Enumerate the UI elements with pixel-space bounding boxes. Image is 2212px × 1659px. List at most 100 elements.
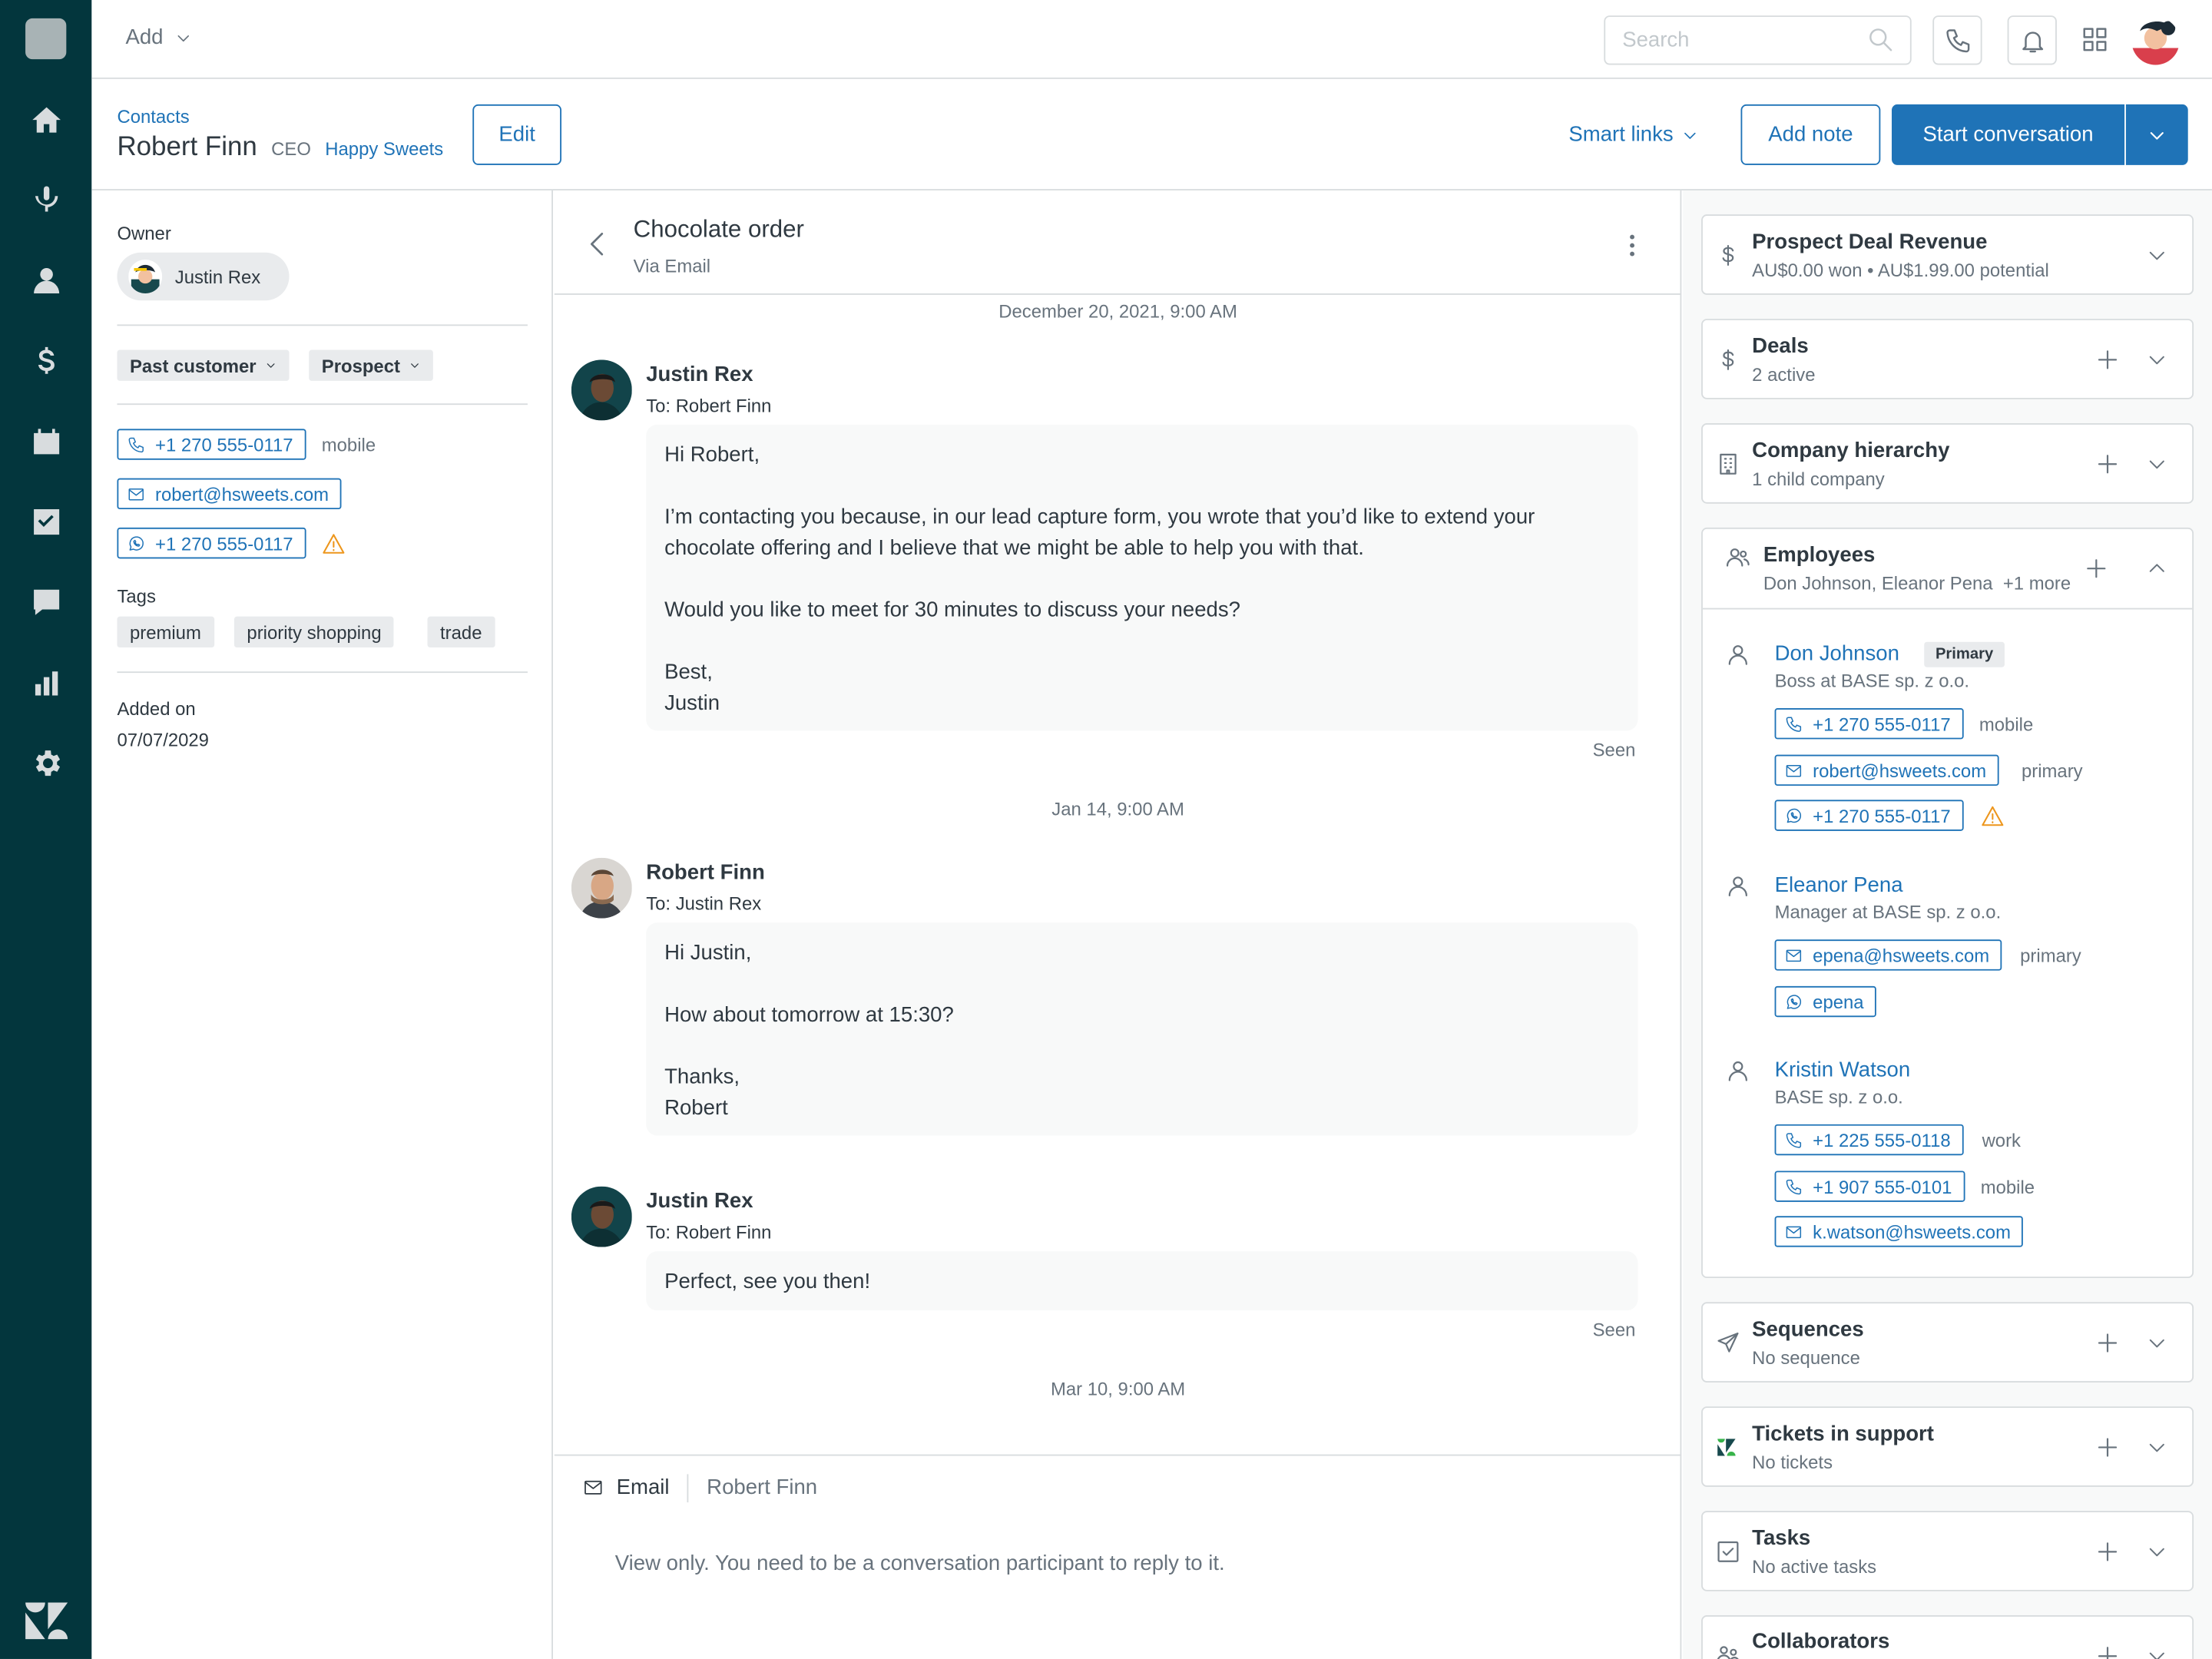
chevron-down-icon[interactable] (2146, 1436, 2168, 1459)
divider (117, 403, 528, 406)
dollar-icon (1722, 244, 1734, 266)
notifications-button[interactable] (2007, 15, 2057, 65)
tasks-card[interactable]: Tasks No active tasks (1701, 1511, 2194, 1591)
person-icon (1725, 873, 1750, 899)
smart-links-label: Smart links (1568, 122, 1674, 147)
email-type: primary (2020, 945, 2081, 967)
phone-number: +1 270 555-0117 (155, 433, 293, 455)
checkbox-icon (1717, 1541, 1739, 1562)
employee-email-chip[interactable]: epena@hsweets.com (1774, 939, 2002, 971)
chevron-down-icon[interactable] (2146, 453, 2168, 475)
add-note-button[interactable]: Add note (1740, 104, 1881, 165)
chevron-down-icon[interactable] (2146, 1645, 2168, 1659)
calendar-icon[interactable] (25, 420, 68, 462)
plus-icon[interactable] (2084, 556, 2109, 581)
employee-name[interactable]: Eleanor Pena (1775, 873, 1903, 897)
message-recipient: To: Robert Finn (646, 1221, 772, 1243)
employee-whatsapp-chip[interactable]: epena (1774, 985, 1877, 1018)
message-line: How about tomorrow at 15:30? (664, 1002, 954, 1028)
edit-button[interactable]: Edit (472, 104, 562, 165)
zendesk-logo-icon (25, 1602, 68, 1640)
plus-icon[interactable] (2094, 1539, 2120, 1565)
more-count[interactable]: +1 more (2003, 573, 2071, 594)
plus-icon[interactable] (2094, 347, 2120, 373)
card-title: Prospect Deal Revenue (1752, 230, 1988, 254)
more-options-icon[interactable] (1620, 233, 1645, 258)
prospect-deal-revenue-card[interactable]: Prospect Deal Revenue AU$0.00 won • AU$1… (1701, 214, 2194, 295)
deals-card[interactable]: Deals 2 active (1701, 319, 2194, 399)
company-hierarchy-card[interactable]: Company hierarchy 1 child company (1701, 423, 2194, 504)
whatsapp-chip[interactable]: +1 270 555-0117 (117, 527, 306, 559)
status-prospect-dropdown[interactable]: Prospect (309, 349, 433, 381)
product-logo[interactable] (25, 18, 67, 60)
employee-email-chip[interactable]: k.watson@hsweets.com (1774, 1216, 2024, 1247)
message-line (664, 969, 1619, 1000)
card-title: Tasks (1752, 1526, 1811, 1551)
plus-icon[interactable] (2094, 1435, 2120, 1460)
tag[interactable]: priority shopping (233, 616, 395, 648)
message-body: Hi Robert, I’m contacting you because, i… (646, 424, 1638, 731)
company-link[interactable]: Happy Sweets (325, 138, 443, 160)
contact-name: Robert Finn (117, 132, 257, 163)
composer-channel-email[interactable]: Email (583, 1475, 670, 1499)
employee-email-chip[interactable]: robert@hsweets.com (1774, 754, 1999, 786)
employee-whatsapp-chip[interactable]: +1 270 555-0117 (1774, 800, 1964, 831)
contact-role: CEO (271, 137, 311, 160)
conversation-channel: Via Email (633, 255, 711, 276)
plus-icon[interactable] (2094, 1644, 2120, 1659)
tasks-icon[interactable] (25, 501, 68, 543)
conversation-panel: Chocolate order Via Email December 20, 2… (554, 190, 1682, 1659)
start-conversation-button[interactable]: Start conversation (1892, 104, 2125, 165)
employee-name[interactable]: Kristin Watson (1775, 1058, 1911, 1082)
employee-name[interactable]: Don Johnson (1775, 642, 1899, 666)
chevron-down-icon[interactable] (2146, 244, 2168, 267)
home-icon[interactable] (25, 99, 68, 141)
chevron-down-icon[interactable] (2146, 349, 2168, 371)
chevron-up-icon[interactable] (2146, 557, 2168, 579)
chevron-down-icon[interactable] (2146, 1541, 2168, 1563)
phone-button[interactable] (1932, 15, 1982, 65)
breadcrumb[interactable]: Contacts (117, 106, 189, 127)
phone-type: mobile (321, 434, 376, 456)
employee-phone-chip[interactable]: +1 907 555-0101 (1774, 1171, 1965, 1202)
settings-icon[interactable] (25, 742, 68, 784)
email-chip[interactable]: robert@hsweets.com (117, 478, 342, 510)
search-icon[interactable] (1866, 25, 1895, 54)
plus-icon[interactable] (2094, 452, 2120, 477)
card-subtitle: Don Johnson, Eleanor Pena +1 more (1763, 573, 2071, 594)
add-menu[interactable]: Add (125, 25, 191, 49)
phone-type: mobile (1980, 1176, 2035, 1198)
plus-icon[interactable] (2094, 1330, 2120, 1356)
start-conversation-menu-button[interactable] (2125, 104, 2188, 165)
message-line (664, 1031, 1619, 1062)
apps-grid-icon[interactable] (2081, 25, 2109, 54)
avatar (571, 857, 632, 919)
contacts-icon[interactable] (25, 260, 68, 302)
chevron-down-icon[interactable] (2146, 1332, 2168, 1354)
right-panel: Prospect Deal Revenue AU$0.00 won • AU$1… (1683, 190, 2212, 1659)
back-arrow-icon[interactable] (583, 229, 614, 260)
send-icon (1717, 1333, 1739, 1353)
owner-chip[interactable]: Justin Rex (117, 252, 290, 301)
leads-icon[interactable] (25, 179, 68, 221)
avatar (571, 359, 632, 421)
collaborators-card[interactable]: Collaborators (1701, 1615, 2194, 1659)
whatsapp-number: +1 270 555-0117 (1813, 804, 1951, 826)
phone-chip[interactable]: +1 270 555-0117 (117, 429, 306, 460)
search-input[interactable] (1604, 15, 1912, 65)
user-avatar[interactable] (2131, 17, 2180, 65)
employee-preview: Don Johnson, Eleanor Pena (1763, 572, 1993, 594)
status-past-customer-dropdown[interactable]: Past customer (117, 349, 289, 381)
smart-links-button[interactable]: Smart links (1568, 123, 1698, 147)
sequences-card[interactable]: Sequences No sequence (1701, 1302, 2194, 1382)
tag[interactable]: premium (117, 616, 214, 648)
message-line (664, 471, 1619, 502)
messages-icon[interactable] (25, 581, 68, 624)
deals-icon[interactable] (25, 340, 68, 382)
message-line: Robert (664, 1096, 728, 1121)
employee-phone-chip[interactable]: +1 225 555-0118 (1774, 1124, 1964, 1156)
employee-phone-chip[interactable]: +1 270 555-0117 (1774, 708, 1964, 740)
reports-icon[interactable] (25, 661, 68, 704)
tag[interactable]: trade (427, 616, 495, 648)
tickets-card[interactable]: Tickets in support No tickets (1701, 1406, 2194, 1487)
